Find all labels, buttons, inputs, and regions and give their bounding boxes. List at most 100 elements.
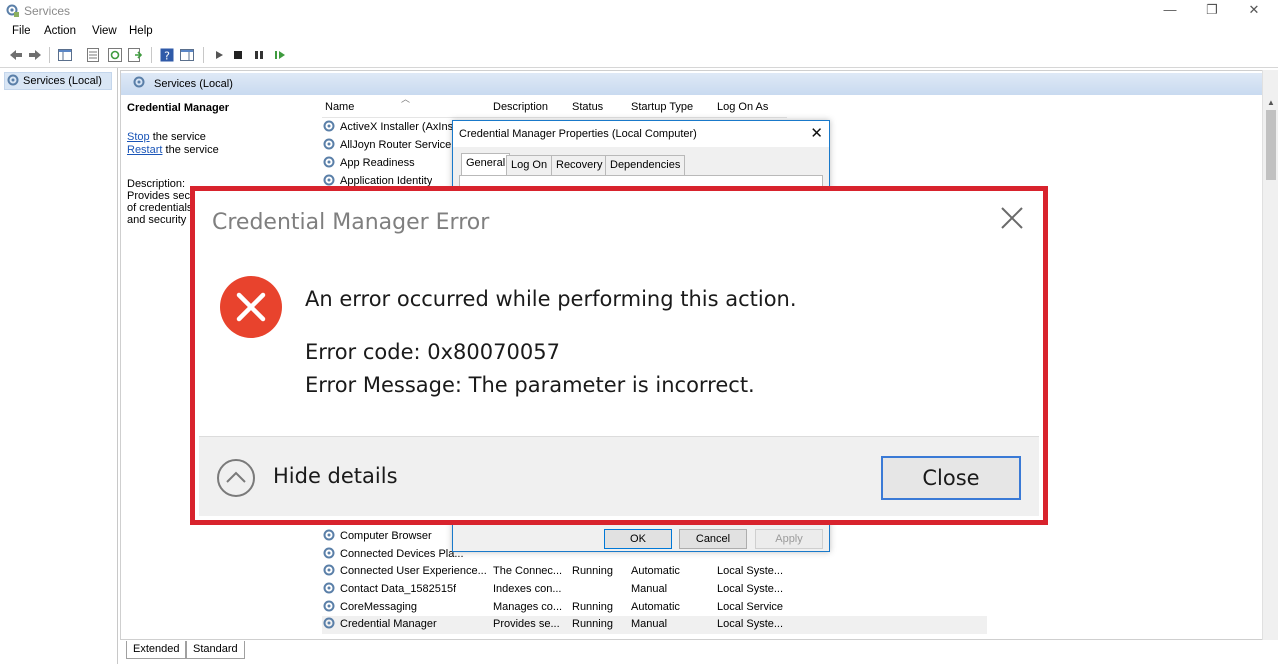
header-divider [322,117,787,118]
tab-log-on[interactable]: Log On [506,155,553,175]
gear-icon [7,74,19,86]
close-window-button[interactable]: ✕ [1234,0,1274,22]
error-dialog: Credential Manager Error An error occurr… [195,191,1043,520]
row-status: Running [572,565,613,577]
apply-button[interactable]: Apply [755,529,823,549]
restart-service-icon[interactable] [272,47,288,63]
ok-button[interactable]: OK [604,529,672,549]
scrollbar-thumb[interactable] [1266,110,1276,180]
row-name: ActiveX Installer (AxIns [340,121,454,133]
column-header-name[interactable]: Name [325,101,354,113]
back-icon[interactable] [8,47,24,63]
hide-details-toggle[interactable]: Hide details [273,464,398,488]
toolbar: ? [0,41,1278,68]
gear-icon [133,76,145,88]
error-icon [220,276,282,338]
toolbar-separator [151,47,152,63]
restore-button[interactable]: ❐ [1192,0,1232,22]
properties-titlebar: Credential Manager Properties (Local Com… [453,121,829,147]
close-icon[interactable]: ✕ [810,124,823,142]
menu-action[interactable]: Action [44,25,76,37]
row-status: Running [572,618,613,630]
row-log-on-as: Local Service [717,601,784,613]
tab-recovery[interactable]: Recovery [551,155,608,175]
gear-icon [323,120,335,132]
row-status: Running [572,601,613,613]
refresh-icon[interactable] [107,47,123,63]
svg-text:?: ? [164,50,170,63]
row-startup-type: Manual [631,618,668,630]
start-service-icon[interactable] [211,47,227,63]
row-startup-type: Manual [631,583,668,595]
tree-item-label: Services (Local) [23,75,102,87]
services-app-icon [6,4,19,17]
row-log-on-as: Local Syste... [717,583,784,595]
column-header-description[interactable]: Description [493,101,548,113]
row-startup-type: Automatic [631,565,680,577]
error-dialog-title: Credential Manager Error [212,210,490,235]
toolbar-separator [49,47,50,63]
menu-help[interactable]: Help [129,25,153,37]
console-tree-icon[interactable] [57,47,73,63]
table-row-selected[interactable]: Credential Manager Provides se... Runnin… [322,616,987,634]
restart-service-link[interactable]: Restart [127,144,162,156]
row-description: Manages co... [493,601,563,613]
column-header-log-on-as[interactable]: Log On As [717,101,768,113]
chevron-up-icon[interactable] [216,458,256,498]
row-name: Contact Data_1582515f [340,583,457,595]
table-row[interactable]: Contact Data_1582515f Indexes con... Man… [322,581,987,599]
properties-icon[interactable] [85,47,101,63]
gear-icon [323,156,335,168]
show-hide-action-pane-icon[interactable] [179,47,195,63]
error-highlight-frame: Credential Manager Error An error occurr… [190,186,1048,525]
toolbar-separator [203,47,204,63]
row-name: App Readiness [340,157,415,169]
restart-service-text: the service [162,144,219,156]
stop-service-link[interactable]: Stop [127,131,150,143]
close-button[interactable]: Close [881,456,1021,500]
tab-standard[interactable]: Standard [186,641,245,659]
menu-view[interactable]: View [92,25,117,37]
close-icon[interactable] [997,203,1027,233]
stop-service-text: the service [149,131,206,143]
gear-icon [323,547,335,559]
row-name: Credential Manager [340,618,437,630]
tab-general[interactable]: General [461,153,511,176]
row-name: Connected Devices Pla... [340,548,464,560]
tab-extended[interactable]: Extended [126,641,187,659]
row-description: The Connec... [493,565,563,577]
sort-ascending-icon: ︿ [401,94,411,104]
cancel-button[interactable]: Cancel [679,529,747,549]
menu-file[interactable]: File [12,25,31,37]
gear-icon [323,138,335,150]
console-tree: Services (Local) [0,68,118,664]
column-header-startup-type[interactable]: Startup Type [631,101,693,113]
forward-icon[interactable] [27,47,43,63]
error-code: Error code: 0x80070057 [305,340,560,364]
detail-service-title: Credential Manager [127,102,230,114]
tree-item-services-local[interactable]: Services (Local) [4,72,112,90]
gear-icon [323,564,335,576]
error-dialog-footer: Hide details Close [199,436,1039,516]
row-name: CoreMessaging [340,601,418,613]
properties-title: Credential Manager Properties (Local Com… [459,128,697,140]
window-title: Services [24,4,71,18]
stop-service-icon[interactable] [230,47,246,63]
minimize-button[interactable]: — [1150,0,1190,22]
table-row[interactable]: Connected User Experience... The Connec.… [322,563,987,581]
export-list-icon[interactable] [127,47,143,63]
row-name: AllJoyn Router Service [340,139,452,151]
help-icon[interactable]: ? [159,47,175,63]
table-row[interactable]: CoreMessaging Manages co... Running Auto… [322,599,987,617]
row-name: Computer Browser [340,530,432,542]
title-bar: Services — ❐ ✕ [0,0,1278,22]
row-log-on-as: Local Syste... [717,618,784,630]
gear-icon [323,617,335,629]
pause-service-icon[interactable] [251,47,267,63]
gear-icon [323,600,335,612]
vertical-scrollbar[interactable]: ▲ [1262,70,1278,640]
scroll-up-icon[interactable]: ▲ [1266,98,1276,107]
gear-icon [323,529,335,541]
column-header-status[interactable]: Status [572,101,603,113]
tab-dependencies[interactable]: Dependencies [605,155,686,175]
